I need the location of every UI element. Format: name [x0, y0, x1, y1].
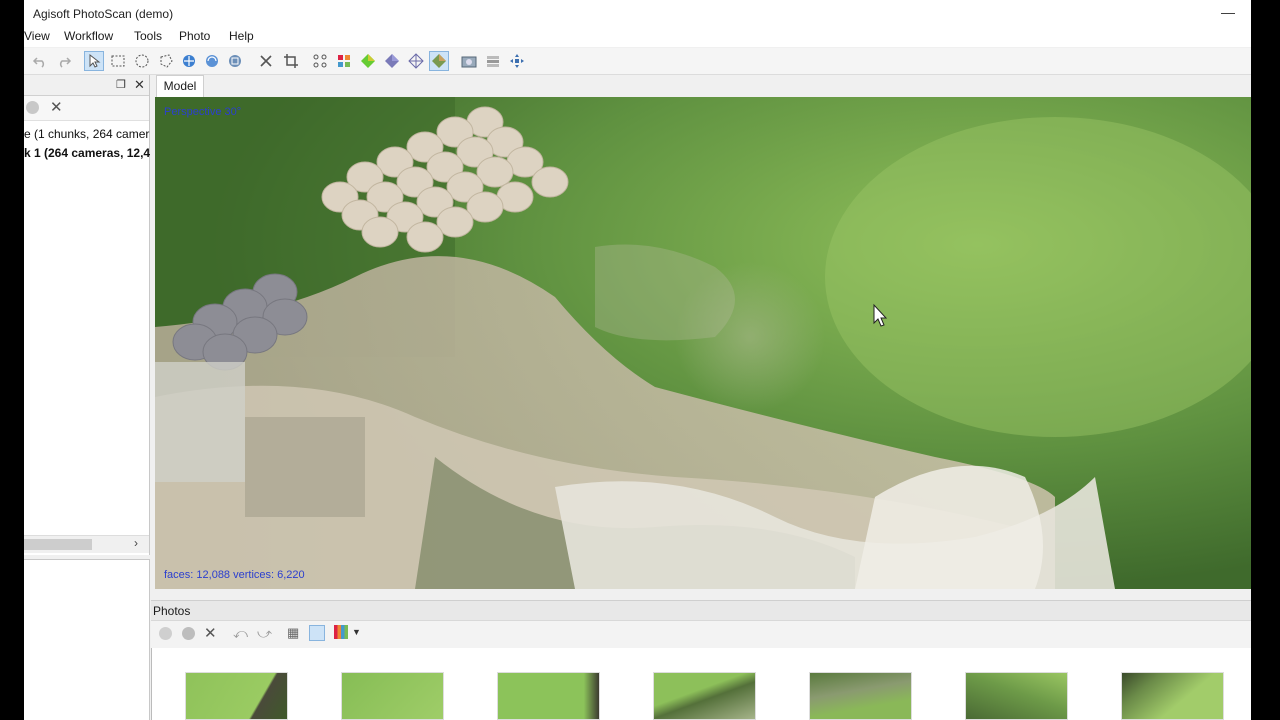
horizontal-scrollbar[interactable]: › — [24, 535, 149, 553]
photo-thumbnail[interactable] — [1121, 672, 1224, 720]
scrollbar-thumb[interactable] — [24, 539, 92, 550]
rect-select-icon[interactable] — [108, 51, 128, 71]
crop-icon[interactable] — [281, 51, 301, 71]
move-object-icon[interactable] — [179, 51, 199, 71]
reference-panel — [24, 559, 150, 720]
solid-model-icon[interactable] — [358, 51, 378, 71]
menu-workflow[interactable]: Workflow — [64, 29, 113, 43]
workspace-toolbar: ✕ — [24, 96, 149, 121]
tab-model[interactable]: Model — [156, 75, 204, 97]
free-select-icon[interactable] — [156, 51, 176, 71]
point-cloud-icon[interactable] — [310, 51, 330, 71]
menu-bar: View Workflow Tools Photo Help — [24, 27, 1251, 47]
chunk-tree-item[interactable]: k 1 (264 cameras, 12,4 — [24, 146, 150, 160]
menu-view[interactable]: View — [24, 29, 50, 43]
thumbnail-size-icon[interactable] — [334, 625, 348, 639]
photo-thumbnail[interactable] — [809, 672, 912, 720]
rotate-right-icon[interactable]: ⤻ — [257, 625, 272, 642]
scale-object-icon[interactable] — [225, 51, 245, 71]
photo-thumbnail[interactable] — [653, 672, 756, 720]
main-toolbar — [24, 48, 1251, 75]
model-viewport[interactable]: Perspective 30° faces: 12,088 vertices: … — [155, 97, 1251, 589]
model-stats-label: faces: 12,088 vertices: 6,220 — [164, 569, 305, 581]
shaded-model-icon[interactable] — [382, 51, 402, 71]
photo-thumbnail[interactable] — [185, 672, 288, 720]
float-panel-icon[interactable]: ❐ — [116, 78, 126, 91]
photoscan-window: Agisoft PhotoScan (demo) — View Workflow… — [24, 0, 1251, 720]
window-title: Agisoft PhotoScan (demo) — [33, 7, 174, 21]
rotate-object-icon[interactable] — [202, 51, 222, 71]
menu-tools[interactable]: Tools — [134, 29, 162, 43]
photos-toolbar: ✕ ⤺ ⤻ ▦ ▼ — [151, 621, 1251, 649]
delete-icon[interactable] — [256, 51, 276, 71]
photo-thumbnail[interactable] — [965, 672, 1068, 720]
disable-camera-icon[interactable] — [182, 627, 195, 640]
dense-cloud-icon[interactable] — [334, 51, 354, 71]
workspace-tree-item[interactable]: e (1 chunks, 264 camer — [24, 127, 149, 141]
scroll-right-icon[interactable]: › — [134, 536, 138, 550]
menu-photo[interactable]: Photo — [179, 29, 210, 43]
select-icon[interactable] — [84, 51, 104, 71]
photo-thumbnail[interactable] — [341, 672, 444, 720]
projection-label: Perspective 30° — [164, 106, 242, 118]
camera-shows-icon[interactable] — [483, 51, 503, 71]
workspace-panel-header: ❐ ✕ — [24, 75, 149, 96]
photos-thumbnail-area — [151, 648, 1251, 720]
camera-icon[interactable] — [459, 51, 479, 71]
remove-icon[interactable]: ✕ — [50, 98, 63, 116]
wireframe-icon[interactable] — [406, 51, 426, 71]
circle-select-icon[interactable] — [132, 51, 152, 71]
close-panel-icon[interactable]: ✕ — [134, 77, 145, 93]
enable-camera-icon[interactable] — [159, 627, 172, 640]
workspace-panel: ❐ ✕ ✕ e (1 chunks, 264 camer k 1 (264 ca… — [24, 75, 150, 555]
filter-icon[interactable]: ▦ — [287, 625, 299, 641]
undo-icon[interactable] — [30, 51, 50, 71]
title-bar: Agisoft PhotoScan (demo) — — [24, 0, 1251, 27]
photos-panel-header: Photos — [151, 600, 1251, 621]
remove-camera-icon[interactable]: ✕ — [204, 624, 217, 642]
minimize-icon[interactable]: — — [1220, 4, 1236, 20]
menu-help[interactable]: Help — [229, 29, 254, 43]
screen-edge — [1251, 0, 1280, 720]
rotate-left-icon[interactable]: ⤺ — [233, 625, 248, 642]
navigation-icon[interactable] — [507, 51, 527, 71]
redo-icon[interactable] — [54, 51, 74, 71]
disable-icon[interactable] — [26, 101, 39, 114]
view-mode-icon[interactable] — [309, 625, 325, 641]
terrain-render — [155, 97, 1251, 589]
dropdown-arrow-icon[interactable]: ▼ — [352, 627, 361, 637]
photos-title: Photos — [153, 604, 191, 618]
photo-thumbnail[interactable] — [497, 672, 600, 720]
textured-model-icon[interactable] — [429, 51, 449, 71]
